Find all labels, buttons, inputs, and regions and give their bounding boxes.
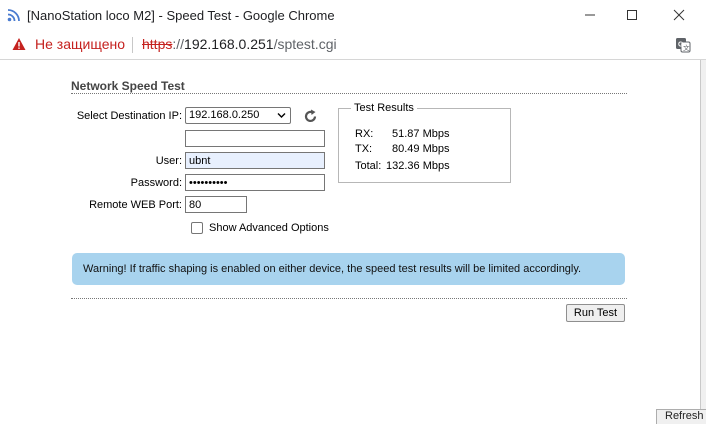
run-test-button[interactable]: Run Test	[566, 304, 625, 322]
minimize-button[interactable]	[567, 0, 613, 30]
refresh-icon[interactable]	[303, 109, 318, 124]
wireless-signal-icon	[7, 9, 20, 22]
translate-icon[interactable]: G 文	[675, 37, 691, 53]
window-title: [NanoStation loco M2] - Speed Test - Goo…	[27, 8, 335, 23]
advanced-options-label[interactable]: Show Advanced Options	[209, 222, 329, 234]
title-bar: [NanoStation loco M2] - Speed Test - Goo…	[0, 0, 706, 30]
total-label: Total:	[355, 160, 382, 172]
user-input[interactable]	[185, 152, 325, 169]
tx-label: TX:	[355, 143, 373, 155]
url-host: 192.168.0.251	[184, 36, 274, 52]
url-protocol: https	[142, 36, 173, 52]
advanced-options-checkbox[interactable]	[191, 222, 203, 234]
close-icon	[673, 9, 685, 21]
svg-text:文: 文	[683, 43, 690, 52]
url-separator: ://	[172, 36, 185, 52]
port-label: Remote WEB Port:	[89, 199, 182, 211]
close-button[interactable]	[656, 0, 702, 30]
not-secure-label[interactable]: Не защищено	[35, 36, 125, 52]
destination-ip-label: Select Destination IP:	[76, 110, 182, 122]
destination-ip-select[interactable]: 192.168.0.250	[185, 107, 291, 124]
warning-banner: Warning! If traffic shaping is enabled o…	[72, 253, 625, 285]
maximize-icon	[627, 10, 637, 20]
password-label: Password:	[130, 177, 182, 189]
destination-ip-value: 192.168.0.250	[189, 109, 260, 121]
url-path: /sptest.cgi	[273, 36, 337, 52]
chevron-down-icon	[277, 113, 286, 118]
custom-ip-input[interactable]	[185, 130, 325, 147]
total-value: 132.36 Mbps	[386, 160, 450, 172]
background-refresh-button[interactable]: Refresh	[656, 409, 706, 424]
minimize-icon	[585, 14, 595, 16]
maximize-button[interactable]	[609, 0, 655, 30]
rx-label: RX:	[355, 128, 374, 140]
user-label: User:	[155, 155, 182, 167]
bottom-divider	[71, 298, 627, 299]
background-window-edge	[701, 60, 706, 424]
port-input[interactable]	[185, 196, 247, 213]
password-field[interactable]	[185, 174, 325, 191]
page-title: Network Speed Test	[71, 79, 185, 93]
address-bar[interactable]: Не защищено https://192.168.0.251/sptest…	[0, 30, 706, 60]
test-results-legend: Test Results	[351, 102, 417, 114]
top-divider	[71, 93, 627, 94]
tx-value: 80.49 Mbps	[392, 143, 450, 155]
rx-value: 51.87 Mbps	[392, 128, 450, 140]
url-text[interactable]: https://192.168.0.251/sptest.cgi	[142, 36, 337, 52]
warning-triangle-icon[interactable]	[12, 37, 26, 51]
address-divider	[132, 37, 133, 53]
